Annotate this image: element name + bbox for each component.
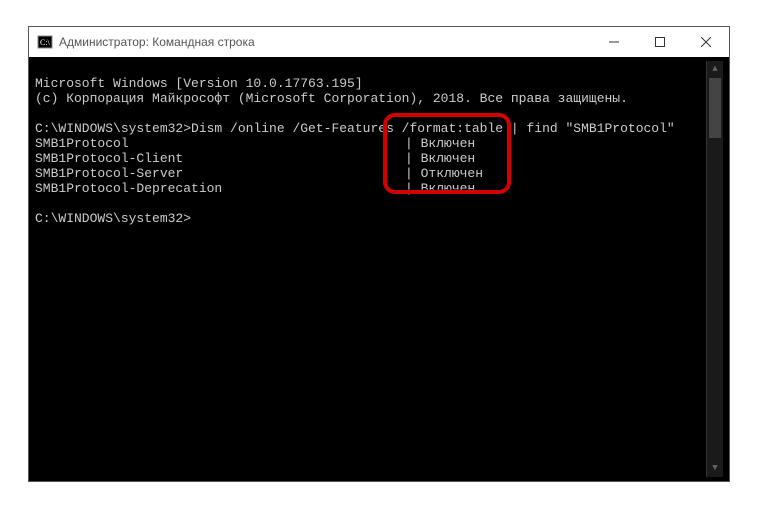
feature-row: SMB1Protocol-Deprecation| Включен (35, 181, 706, 196)
feature-name: SMB1Protocol-Server (35, 166, 405, 181)
feature-name: SMB1Protocol (35, 136, 405, 151)
scrollbar-up-icon[interactable]: ▲ (707, 61, 723, 78)
vertical-scrollbar[interactable]: ▲ ▼ (706, 61, 723, 477)
feature-sep: | (405, 181, 421, 196)
feature-row: SMB1Protocol-Client| Включен (35, 151, 706, 166)
prompt-1: C:\WINDOWS\system32> (35, 121, 191, 136)
scrollbar-thumb[interactable] (709, 78, 721, 138)
minimize-button[interactable] (591, 27, 637, 57)
terminal-content: Microsoft Windows [Version 10.0.17763.19… (35, 61, 706, 477)
feature-row: SMB1Protocol-Server| Отключен (35, 166, 706, 181)
feature-sep: | (405, 151, 421, 166)
feature-name: SMB1Protocol-Deprecation (35, 181, 405, 196)
feature-state: Включен (421, 151, 476, 166)
svg-text:C:\: C:\ (40, 38, 51, 47)
cmd-window: C:\ Администратор: Командная строка Micr… (28, 26, 730, 482)
prompt-2: C:\WINDOWS\system32> (35, 211, 191, 226)
feature-sep: | (405, 136, 421, 151)
window-title: Администратор: Командная строка (59, 35, 255, 49)
scrollbar-down-icon[interactable]: ▼ (707, 460, 723, 477)
feature-state: Включен (421, 181, 476, 196)
cmd-icon: C:\ (37, 34, 53, 50)
command-text: Dism /online /Get-Features /format:table… (191, 121, 675, 136)
header-line-1: Microsoft Windows [Version 10.0.17763.19… (35, 76, 363, 91)
terminal-area[interactable]: Microsoft Windows [Version 10.0.17763.19… (29, 57, 729, 481)
feature-name: SMB1Protocol-Client (35, 151, 405, 166)
feature-state: Включен (421, 136, 476, 151)
maximize-button[interactable] (637, 27, 683, 57)
header-line-2: (c) Корпорация Майкрософт (Microsoft Cor… (35, 91, 628, 106)
feature-row: SMB1Protocol| Включен (35, 136, 706, 151)
feature-state: Отключен (421, 166, 483, 181)
feature-sep: | (405, 166, 421, 181)
close-button[interactable] (683, 27, 729, 57)
titlebar[interactable]: C:\ Администратор: Командная строка (29, 27, 729, 57)
